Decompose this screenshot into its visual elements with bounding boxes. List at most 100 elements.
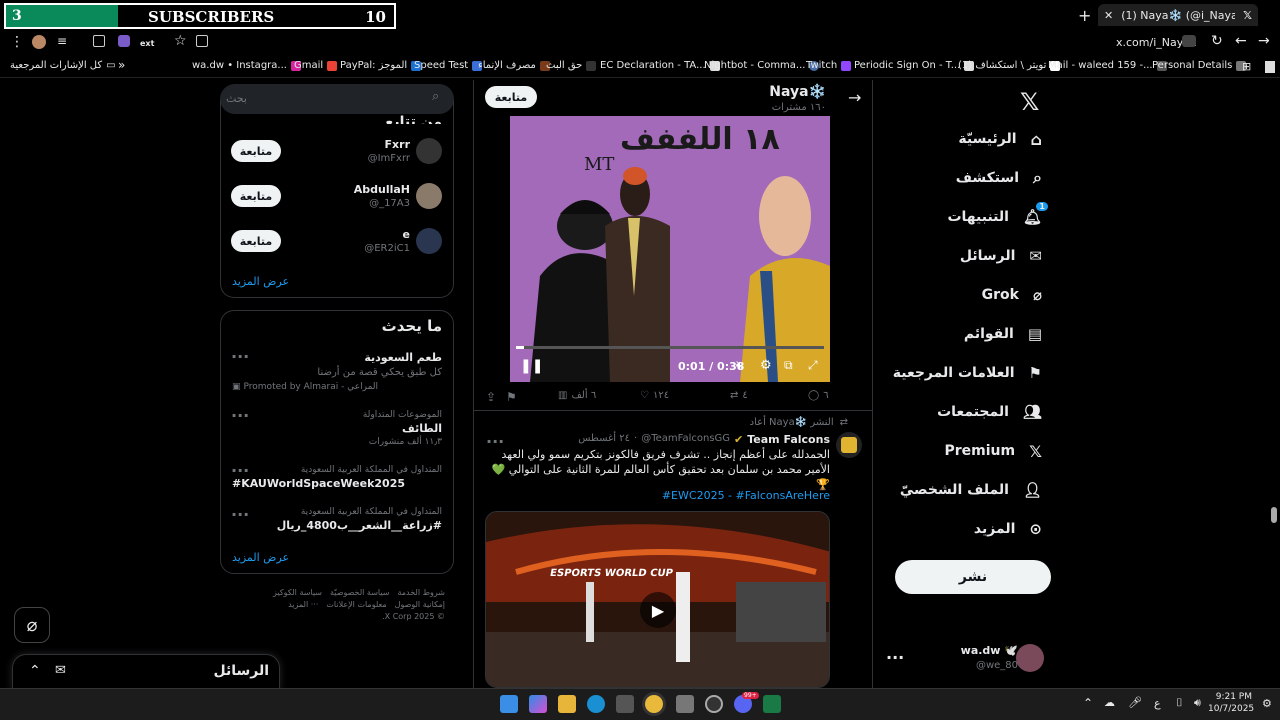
trend-title[interactable]: الطائف — [232, 422, 442, 435]
nav-notifications[interactable]: التنبيهات 🔔︎ 1 — [947, 202, 1048, 232]
footer-link[interactable]: معلومات الإعلانات — [326, 600, 386, 609]
bookmark-paypal[interactable]: PayPal: الموجز — [340, 60, 422, 71]
x-logo-icon[interactable]: 𝕏 — [1020, 88, 1039, 116]
copilot-icon[interactable] — [529, 695, 547, 713]
tab-active[interactable]: ✕ (1) Naya❄️ (@i_Nayax) / X 𝕏 — [1098, 4, 1258, 26]
bookmark-twitter-explore[interactable]: (1) تويتر \ استكشاف — [958, 60, 1061, 71]
follow-button[interactable]: متابعة — [231, 230, 281, 252]
mute-icon[interactable]: 🔇︎ — [736, 358, 744, 373]
fullscreen-icon[interactable]: ⤢ — [808, 358, 818, 373]
account-name[interactable]: Fxrr — [300, 138, 410, 151]
follow-button[interactable]: متابعة — [231, 140, 281, 162]
bookmark-speedtest[interactable]: Speed Test — [414, 60, 483, 71]
settings-icon[interactable]: ⚙ — [760, 358, 772, 373]
share-icon[interactable]: ⇪ — [486, 390, 496, 404]
reposts-stat[interactable]: ⇄ ٤ — [730, 390, 748, 401]
microphone-icon[interactable]: 🎤︎ — [1128, 696, 1142, 709]
back-arrow-icon[interactable]: → — [848, 88, 861, 107]
replies-stat[interactable]: ◯ ٦ — [808, 390, 829, 401]
bookmark-alinma[interactable]: مصرف الإنماء — [478, 60, 550, 71]
extensions-icon[interactable] — [93, 35, 105, 47]
cloud-icon[interactable]: ☁ — [1104, 696, 1115, 709]
footer-link[interactable]: سياسة الكوكيز — [273, 588, 322, 597]
nav-more[interactable]: المزيد ⊙ — [974, 514, 1042, 544]
nav-communities[interactable]: المجتمعات 👥︎ — [937, 397, 1042, 427]
grok-icon[interactable]: ⌀ — [14, 607, 50, 643]
views-stat[interactable]: ▥ ٦ ألف — [558, 390, 596, 401]
chrome-icon[interactable] — [645, 695, 663, 713]
likes-stat[interactable]: ♡ ١٢٤ — [640, 390, 669, 401]
bookmark-mail[interactable]: Mail - waleed 159 -... — [1048, 60, 1167, 71]
trend-title[interactable]: #زراعة__الشعر__ب4800_ريال — [232, 519, 442, 532]
play-icon[interactable]: ▶ — [640, 592, 676, 628]
bookmark-stream[interactable]: حق البث — [546, 60, 597, 71]
post-handle[interactable]: @TeamFalconsGG — [641, 433, 730, 446]
trend-title[interactable]: #KAUWorldSpaceWeek2025 — [232, 477, 442, 490]
chevron-left-icon[interactable]: » — [118, 58, 125, 72]
grid-icon[interactable]: ⊞ — [1242, 60, 1251, 73]
notification-center-icon[interactable]: ⚙ — [1262, 697, 1272, 710]
post-button[interactable]: نشر — [895, 560, 1051, 594]
nav-messages[interactable]: الرسائل ✉ — [960, 241, 1042, 271]
bookmark-nightbot[interactable]: Nightbot - Comma... — [704, 60, 820, 71]
profile-avatar-icon[interactable] — [32, 35, 46, 49]
file-explorer-icon[interactable] — [558, 695, 576, 713]
trend-title[interactable]: طعم السعودية — [232, 351, 442, 364]
edge-icon[interactable] — [587, 695, 605, 713]
footer-link[interactable]: ··· المزيد — [288, 600, 318, 609]
avatar[interactable] — [836, 432, 862, 458]
avatar[interactable] — [416, 183, 442, 209]
nav-profile[interactable]: الملف الشخصيّ 👤︎ — [900, 475, 1042, 505]
sidebar-toggle-icon[interactable] — [1265, 61, 1275, 73]
nav-home[interactable]: الرئيسيّة ⌂ — [958, 124, 1042, 154]
reload-icon[interactable]: ↻ — [1211, 33, 1223, 49]
footer-link[interactable]: شروط الخدمة — [397, 588, 445, 597]
account-name[interactable]: e — [300, 228, 410, 241]
show-more-link[interactable]: عرض المزيد — [232, 275, 289, 288]
scrollbar-thumb[interactable] — [1271, 507, 1277, 523]
nav-explore[interactable]: استكشف ⌕ — [956, 163, 1042, 193]
post-hashtags[interactable]: #EWC2025 - #FalconsAreHere — [560, 489, 830, 502]
bookmark-icon[interactable]: ⚑ — [506, 390, 517, 404]
bookmark-twitch[interactable]: Twitch — [806, 60, 852, 71]
chevron-up-icon[interactable]: ⌃ — [29, 663, 41, 679]
bookmark-personal[interactable]: Personal Details — [1152, 60, 1247, 71]
messages-drawer[interactable]: ⌃ ✉ الرسائل — [12, 654, 280, 690]
shield-extension-icon[interactable] — [118, 35, 130, 47]
bookmark-instagram[interactable]: wa.dw • Instagra... — [192, 60, 301, 71]
clock-date[interactable]: 10/7/2025 — [1208, 704, 1254, 714]
account-switcher[interactable]: ··· wa.dw 🕊️ @we_80 — [886, 640, 1050, 680]
nav-lists[interactable]: القوائم ▤ — [964, 319, 1042, 349]
forward-icon[interactable]: → — [1258, 33, 1270, 49]
video-thumbnail[interactable]: ESPORTS WORLD CUP ▶ — [485, 511, 830, 688]
progress-track[interactable] — [516, 346, 824, 349]
obs-icon[interactable] — [705, 695, 723, 713]
bookmark-ec[interactable]: EC Declaration - TA... — [600, 60, 720, 71]
nav-grok[interactable]: Grok ⌀ — [982, 280, 1042, 310]
avatar[interactable] — [416, 138, 442, 164]
bookmark-all[interactable]: كل الإشارات المرجعية ▭ — [10, 60, 116, 71]
volume-icon[interactable]: 🔊︎ — [1194, 696, 1201, 710]
video-player[interactable]: ١٨ اللففف MT ❚❚ 0:01 / 0:38 🔇︎ ⚙ ⧉ ⤢ — [510, 116, 830, 382]
menu-icon[interactable]: ⋮ — [10, 34, 24, 50]
language-indicator[interactable]: ع — [1154, 697, 1161, 710]
install-app-icon[interactable] — [196, 35, 208, 47]
chevron-up-icon[interactable]: ⌃ — [1083, 696, 1093, 710]
footer-link[interactable]: سياسة الخصوصيّة — [330, 588, 389, 597]
follow-button[interactable]: متابعة — [231, 185, 281, 207]
start-icon[interactable] — [500, 695, 518, 713]
nav-bookmarks[interactable]: العلامات المرجعية ⚑ — [893, 358, 1042, 388]
footer-link[interactable]: إمكانية الوصول — [395, 600, 445, 609]
follow-button[interactable]: متابعة — [485, 86, 537, 108]
bookmark-gmail[interactable]: Gmail — [294, 60, 338, 71]
avatar[interactable] — [416, 228, 442, 254]
store-icon[interactable] — [616, 695, 634, 713]
star-icon[interactable]: ☆ — [174, 33, 187, 49]
ext-icon[interactable]: ext — [140, 39, 154, 48]
post-date[interactable]: ٢٤ أغسطس — [578, 433, 630, 446]
new-tab-button[interactable]: + — [1078, 4, 1091, 26]
calculator-icon[interactable] — [676, 695, 694, 713]
back-icon[interactable]: ← — [1235, 33, 1247, 49]
bookmark-periodic[interactable]: Periodic Sign On - T... — [854, 60, 975, 71]
site-settings-icon[interactable] — [1182, 35, 1196, 47]
